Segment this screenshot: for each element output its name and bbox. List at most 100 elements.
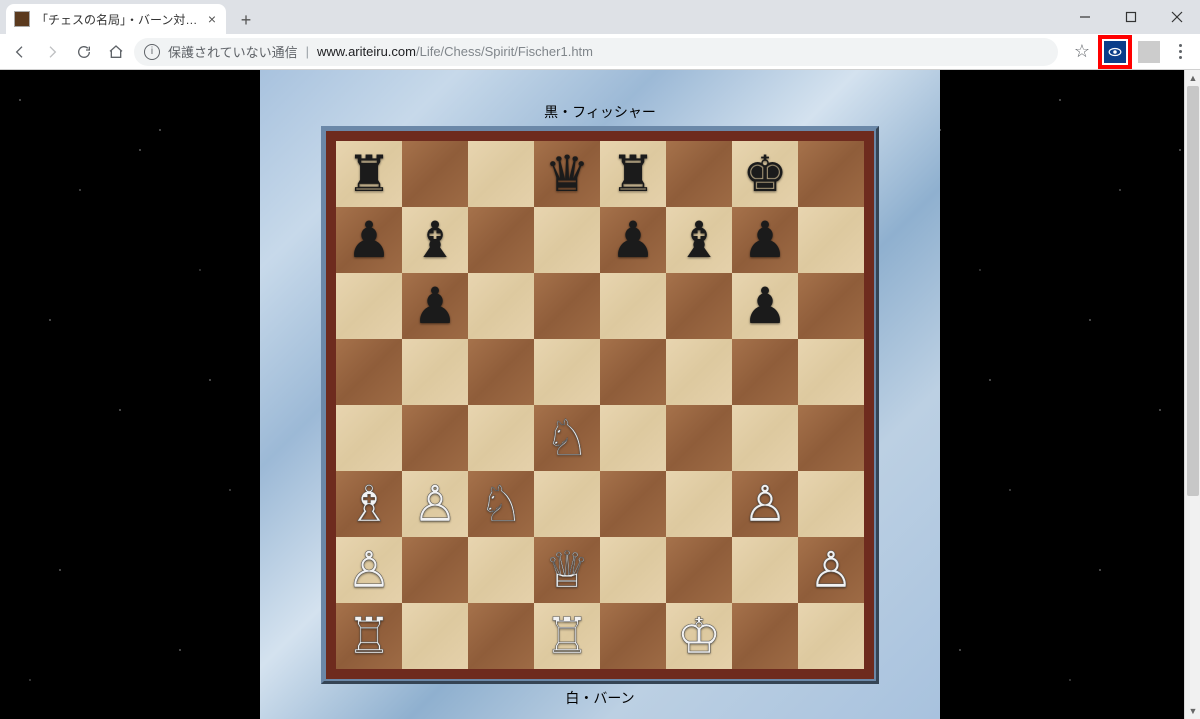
site-info-icon[interactable]: i (144, 44, 160, 60)
browser-tab[interactable]: 「チェスの名局」・バーン対フィッシャー × (6, 4, 226, 34)
bookmark-star-icon[interactable]: ☆ (1068, 38, 1096, 66)
board-square[interactable] (534, 207, 600, 273)
extension-icon[interactable] (1104, 41, 1126, 63)
menu-button[interactable] (1166, 38, 1194, 66)
board-square[interactable]: ♖ (336, 603, 402, 669)
board-square[interactable] (468, 141, 534, 207)
board-square[interactable]: ♟ (336, 207, 402, 273)
board-square[interactable]: ♟ (732, 273, 798, 339)
board-square[interactable] (600, 339, 666, 405)
scroll-down-icon[interactable]: ▼ (1185, 703, 1200, 719)
scroll-up-icon[interactable]: ▲ (1185, 70, 1200, 86)
minimize-button[interactable] (1062, 0, 1108, 34)
white-bishop-icon[interactable]: ♗ (347, 479, 392, 529)
board-square[interactable] (732, 405, 798, 471)
white-knight-icon[interactable]: ♘ (479, 479, 524, 529)
board-square[interactable] (798, 471, 864, 537)
board-square[interactable]: ♜ (600, 141, 666, 207)
forward-button[interactable] (38, 38, 66, 66)
black-pawn-icon[interactable]: ♟ (743, 215, 788, 265)
board-square[interactable] (402, 141, 468, 207)
chess-board[interactable]: ♜ ♛ ♜ ♚ ♟ ♝ ♟ ♝ ♟ ♟ ♟ ♘ ♗ ♙ ♘ ♙ ♙ ♕ ♙ ♖ ♖ ♔ (336, 141, 864, 669)
board-square[interactable] (600, 405, 666, 471)
board-square[interactable] (600, 471, 666, 537)
address-bar[interactable]: i 保護されていない通信 | www.ariteiru.com/Life/Che… (134, 38, 1058, 66)
white-pawn-icon[interactable]: ♙ (413, 479, 458, 529)
board-square[interactable] (534, 339, 600, 405)
scroll-thumb[interactable] (1187, 86, 1199, 496)
board-square[interactable] (798, 339, 864, 405)
black-bishop-icon[interactable]: ♝ (413, 215, 458, 265)
board-square[interactable]: ♙ (798, 537, 864, 603)
board-square[interactable] (468, 405, 534, 471)
board-square[interactable]: ♘ (534, 405, 600, 471)
white-knight-icon[interactable]: ♘ (545, 413, 590, 463)
white-rook-icon[interactable]: ♖ (545, 611, 590, 661)
board-square[interactable] (798, 207, 864, 273)
board-square[interactable] (798, 273, 864, 339)
board-square[interactable]: ♔ (666, 603, 732, 669)
board-square[interactable]: ♙ (336, 537, 402, 603)
board-square[interactable]: ♙ (402, 471, 468, 537)
black-pawn-icon[interactable]: ♟ (611, 215, 656, 265)
board-square[interactable]: ♙ (732, 471, 798, 537)
board-square[interactable]: ♖ (534, 603, 600, 669)
white-pawn-icon[interactable]: ♙ (347, 545, 392, 595)
board-square[interactable]: ♛ (534, 141, 600, 207)
board-square[interactable] (666, 339, 732, 405)
board-square[interactable]: ♘ (468, 471, 534, 537)
black-bishop-icon[interactable]: ♝ (677, 215, 722, 265)
board-square[interactable]: ♗ (336, 471, 402, 537)
back-button[interactable] (6, 38, 34, 66)
new-tab-button[interactable]: + (232, 6, 260, 34)
white-pawn-icon[interactable]: ♙ (743, 479, 788, 529)
close-window-button[interactable] (1154, 0, 1200, 34)
white-rook-icon[interactable]: ♖ (347, 611, 392, 661)
board-square[interactable] (666, 141, 732, 207)
black-rook-icon[interactable]: ♜ (611, 149, 656, 199)
board-square[interactable] (534, 273, 600, 339)
home-button[interactable] (102, 38, 130, 66)
board-square[interactable]: ♜ (336, 141, 402, 207)
board-square[interactable] (798, 603, 864, 669)
white-queen-icon[interactable]: ♕ (545, 545, 590, 595)
board-square[interactable] (402, 537, 468, 603)
board-square[interactable]: ♟ (402, 273, 468, 339)
board-square[interactable] (402, 405, 468, 471)
board-square[interactable] (798, 405, 864, 471)
board-square[interactable] (336, 405, 402, 471)
board-square[interactable]: ♕ (534, 537, 600, 603)
board-square[interactable] (666, 537, 732, 603)
board-square[interactable] (402, 603, 468, 669)
board-square[interactable] (798, 141, 864, 207)
board-square[interactable] (600, 603, 666, 669)
black-queen-icon[interactable]: ♛ (545, 149, 590, 199)
board-square[interactable] (336, 273, 402, 339)
board-square[interactable] (468, 207, 534, 273)
black-pawn-icon[interactable]: ♟ (347, 215, 392, 265)
board-square[interactable] (600, 537, 666, 603)
board-square[interactable] (732, 537, 798, 603)
tab-close-icon[interactable]: × (206, 11, 218, 27)
black-king-icon[interactable]: ♚ (743, 149, 788, 199)
board-square[interactable] (468, 603, 534, 669)
black-pawn-icon[interactable]: ♟ (743, 281, 788, 331)
board-square[interactable] (600, 273, 666, 339)
board-square[interactable] (666, 405, 732, 471)
white-pawn-icon[interactable]: ♙ (809, 545, 854, 595)
board-square[interactable] (666, 471, 732, 537)
black-rook-icon[interactable]: ♜ (347, 149, 392, 199)
board-square[interactable]: ♝ (402, 207, 468, 273)
vertical-scrollbar[interactable]: ▲ ▼ (1184, 70, 1200, 719)
board-square[interactable] (468, 273, 534, 339)
board-square[interactable]: ♟ (600, 207, 666, 273)
board-square[interactable]: ♝ (666, 207, 732, 273)
black-pawn-icon[interactable]: ♟ (413, 281, 458, 331)
board-square[interactable] (732, 339, 798, 405)
board-square[interactable] (336, 339, 402, 405)
white-king-icon[interactable]: ♔ (677, 611, 722, 661)
board-square[interactable] (468, 537, 534, 603)
board-square[interactable]: ♟ (732, 207, 798, 273)
board-square[interactable] (534, 471, 600, 537)
board-square[interactable] (402, 339, 468, 405)
